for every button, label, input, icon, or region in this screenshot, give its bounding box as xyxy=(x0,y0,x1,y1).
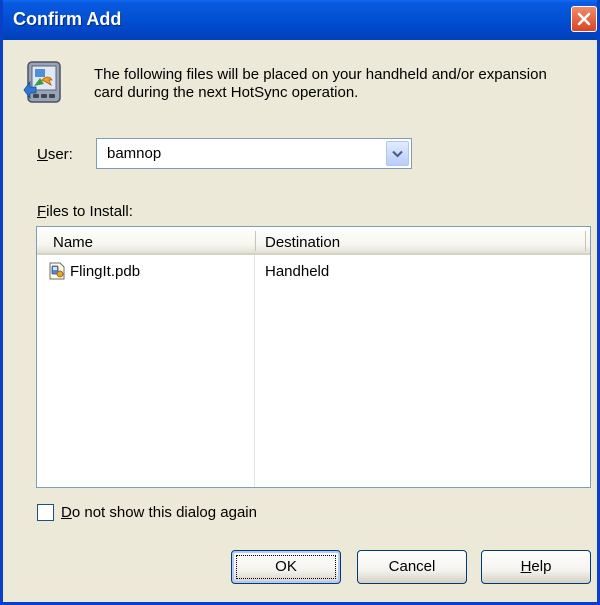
dont-show-again-checkbox[interactable] xyxy=(37,504,54,521)
focus-rectangle xyxy=(236,555,336,579)
files-list-view[interactable]: Name Destination FlingIt.pdb Handheld xyxy=(36,226,591,488)
header-message: The following files will be placed on yo… xyxy=(94,66,547,101)
file-destination: Handheld xyxy=(265,263,330,280)
confirm-add-dialog: Confirm Add The following files will be … xyxy=(0,0,600,605)
column-header-name[interactable]: Name xyxy=(53,234,93,251)
dont-show-again-label[interactable]: Do not show this dialog again xyxy=(61,504,257,521)
cancel-button[interactable]: Cancel xyxy=(357,550,467,584)
pdb-file-icon xyxy=(49,262,65,280)
help-button[interactable]: Help xyxy=(481,550,591,584)
column-divider xyxy=(254,255,255,487)
list-header: Name Destination xyxy=(37,227,590,255)
window-title: Confirm Add xyxy=(13,9,122,29)
chevron-down-icon xyxy=(392,150,403,158)
ok-button[interactable]: OK xyxy=(231,550,341,584)
column-header-destination[interactable]: Destination xyxy=(265,234,340,251)
files-to-install-label: Files to Install: xyxy=(37,203,133,220)
user-label: User: xyxy=(37,146,73,163)
column-separator[interactable] xyxy=(585,231,586,251)
close-button[interactable] xyxy=(571,6,597,32)
user-dropdown-button[interactable] xyxy=(386,141,409,166)
list-item[interactable]: FlingIt.pdb Handheld xyxy=(37,261,590,283)
column-separator[interactable] xyxy=(255,231,256,251)
close-icon xyxy=(577,12,591,26)
user-select-value: bamnop xyxy=(107,145,162,162)
file-name: FlingIt.pdb xyxy=(70,263,141,280)
user-select[interactable]: bamnop xyxy=(96,138,412,169)
title-bar[interactable]: Confirm Add xyxy=(3,0,597,40)
hotsync-install-icon xyxy=(22,60,66,104)
